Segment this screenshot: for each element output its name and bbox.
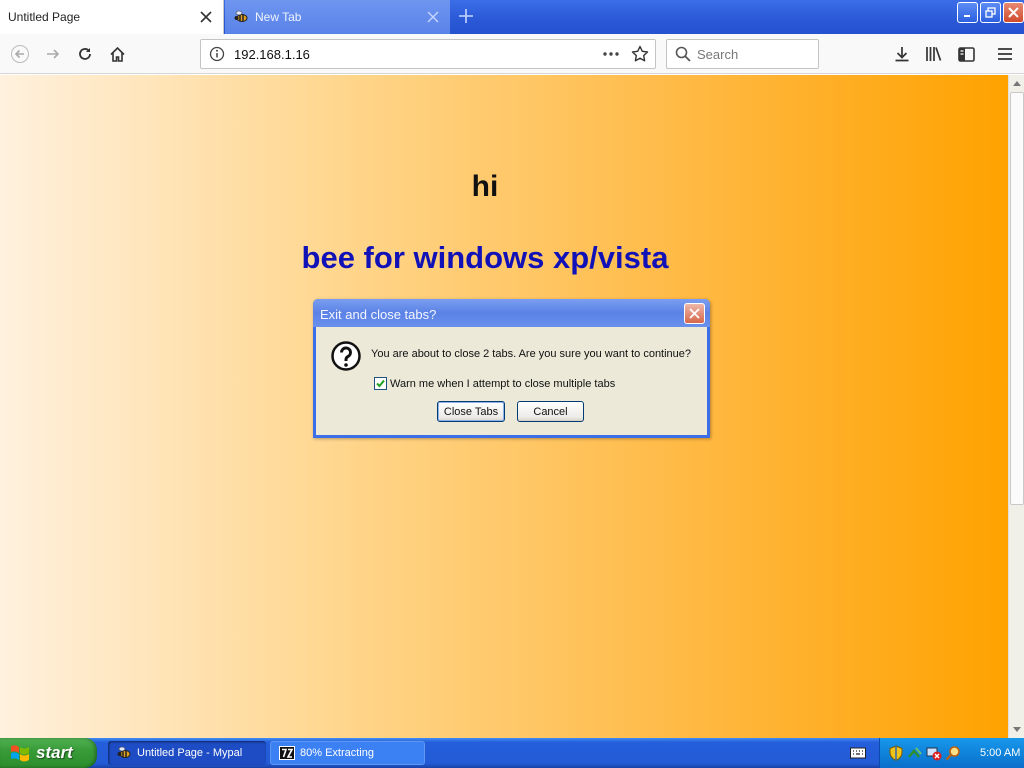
start-button[interactable]: start <box>0 738 97 768</box>
search-input[interactable] <box>697 47 807 62</box>
dialog-titlebar: Exit and close tabs? <box>313 299 710 327</box>
tab-title: Untitled Page <box>8 10 81 24</box>
search-icon <box>675 46 691 65</box>
reload-button[interactable] <box>70 39 100 69</box>
new-tab-button[interactable] <box>454 4 478 28</box>
download-icon <box>895 47 909 62</box>
bee-icon <box>116 745 132 761</box>
taskbar-item-7zip[interactable]: 80% Extracting <box>270 741 425 765</box>
library-button[interactable] <box>919 39 949 69</box>
close-icon <box>689 308 700 319</box>
back-button[interactable] <box>5 39 35 69</box>
close-tabs-dialog: Exit and close tabs? You are about to cl… <box>313 299 710 438</box>
question-icon <box>330 340 362 375</box>
info-icon[interactable] <box>209 46 225 65</box>
network-icon[interactable] <box>907 745 923 761</box>
tab-untitled-page[interactable]: Untitled Page <box>0 0 224 34</box>
close-window-button[interactable] <box>1003 2 1024 23</box>
search-tray-icon[interactable] <box>945 745 961 761</box>
minimize-button[interactable] <box>957 2 978 23</box>
star-icon[interactable] <box>631 45 649 66</box>
more-dots-icon[interactable] <box>601 45 621 66</box>
forward-arrow-icon <box>47 49 60 59</box>
restore-button[interactable] <box>980 2 1001 23</box>
close-icon <box>1008 7 1019 18</box>
sidebar-button[interactable] <box>951 39 981 69</box>
url-text[interactable]: 192.168.1.16 <box>234 47 310 62</box>
sidebar-icon <box>957 46 975 62</box>
forward-button[interactable] <box>38 39 68 69</box>
taskbar-item-label: Untitled Page - Mypal <box>137 747 243 759</box>
page-subheading: bee for windows xp/vista <box>301 240 669 275</box>
scrollbar-thumb[interactable] <box>1010 92 1024 505</box>
minimize-icon <box>963 14 970 17</box>
close-tabs-button[interactable]: Close Tabs <box>437 401 505 422</box>
dialog-title: Exit and close tabs? <box>320 307 437 322</box>
clock: 5:00 AM <box>980 747 1021 759</box>
close-tab-icon[interactable] <box>197 8 215 26</box>
system-tray: 5:00 AM <box>879 738 1024 768</box>
scroll-down-icon[interactable] <box>1009 722 1024 738</box>
library-icon <box>926 47 942 61</box>
back-arrow-icon <box>11 45 29 63</box>
plus-icon <box>459 9 473 23</box>
close-tab-icon[interactable] <box>424 8 442 26</box>
reload-icon <box>79 48 91 60</box>
url-bar[interactable]: 192.168.1.16 <box>200 39 656 69</box>
start-label: start <box>36 743 73 762</box>
7zip-icon <box>279 745 295 761</box>
hamburger-menu-icon <box>998 48 1012 60</box>
window-controls <box>957 2 1024 30</box>
checkmark-icon <box>376 379 385 388</box>
bee-icon <box>233 9 249 25</box>
cancel-button[interactable]: Cancel <box>517 401 584 422</box>
network-error-icon[interactable] <box>926 745 942 761</box>
shield-icon[interactable] <box>888 745 904 761</box>
taskbar-item-mypal[interactable]: Untitled Page - Mypal <box>108 741 266 765</box>
keyboard-icon[interactable] <box>850 746 866 763</box>
navigation-toolbar: 192.168.1.16 <box>0 34 1024 74</box>
dialog-close-button[interactable] <box>684 303 705 324</box>
search-bar[interactable] <box>666 39 819 69</box>
scroll-up-icon[interactable] <box>1009 75 1024 91</box>
taskbar: start Untitled Page - Mypal 80% Extracti… <box>0 738 1024 768</box>
warn-checkbox-label[interactable]: Warn me when I attempt to close multiple… <box>390 378 615 390</box>
tab-strip: Untitled Page New Tab <box>0 0 1024 34</box>
menu-button[interactable] <box>990 39 1020 69</box>
page-heading: hi <box>471 170 499 203</box>
tab-title: New Tab <box>255 10 302 24</box>
warn-checkbox[interactable] <box>374 377 387 390</box>
taskbar-item-label: 80% Extracting <box>300 747 374 759</box>
downloads-button[interactable] <box>887 39 917 69</box>
restore-icon <box>985 7 996 18</box>
dialog-message: You are about to close 2 tabs. Are you s… <box>371 348 692 360</box>
windows-logo-icon <box>11 745 29 762</box>
home-icon <box>109 46 125 62</box>
home-button[interactable] <box>102 39 132 69</box>
tab-new-tab[interactable]: New Tab <box>225 0 450 34</box>
vertical-scrollbar[interactable] <box>1008 75 1024 738</box>
